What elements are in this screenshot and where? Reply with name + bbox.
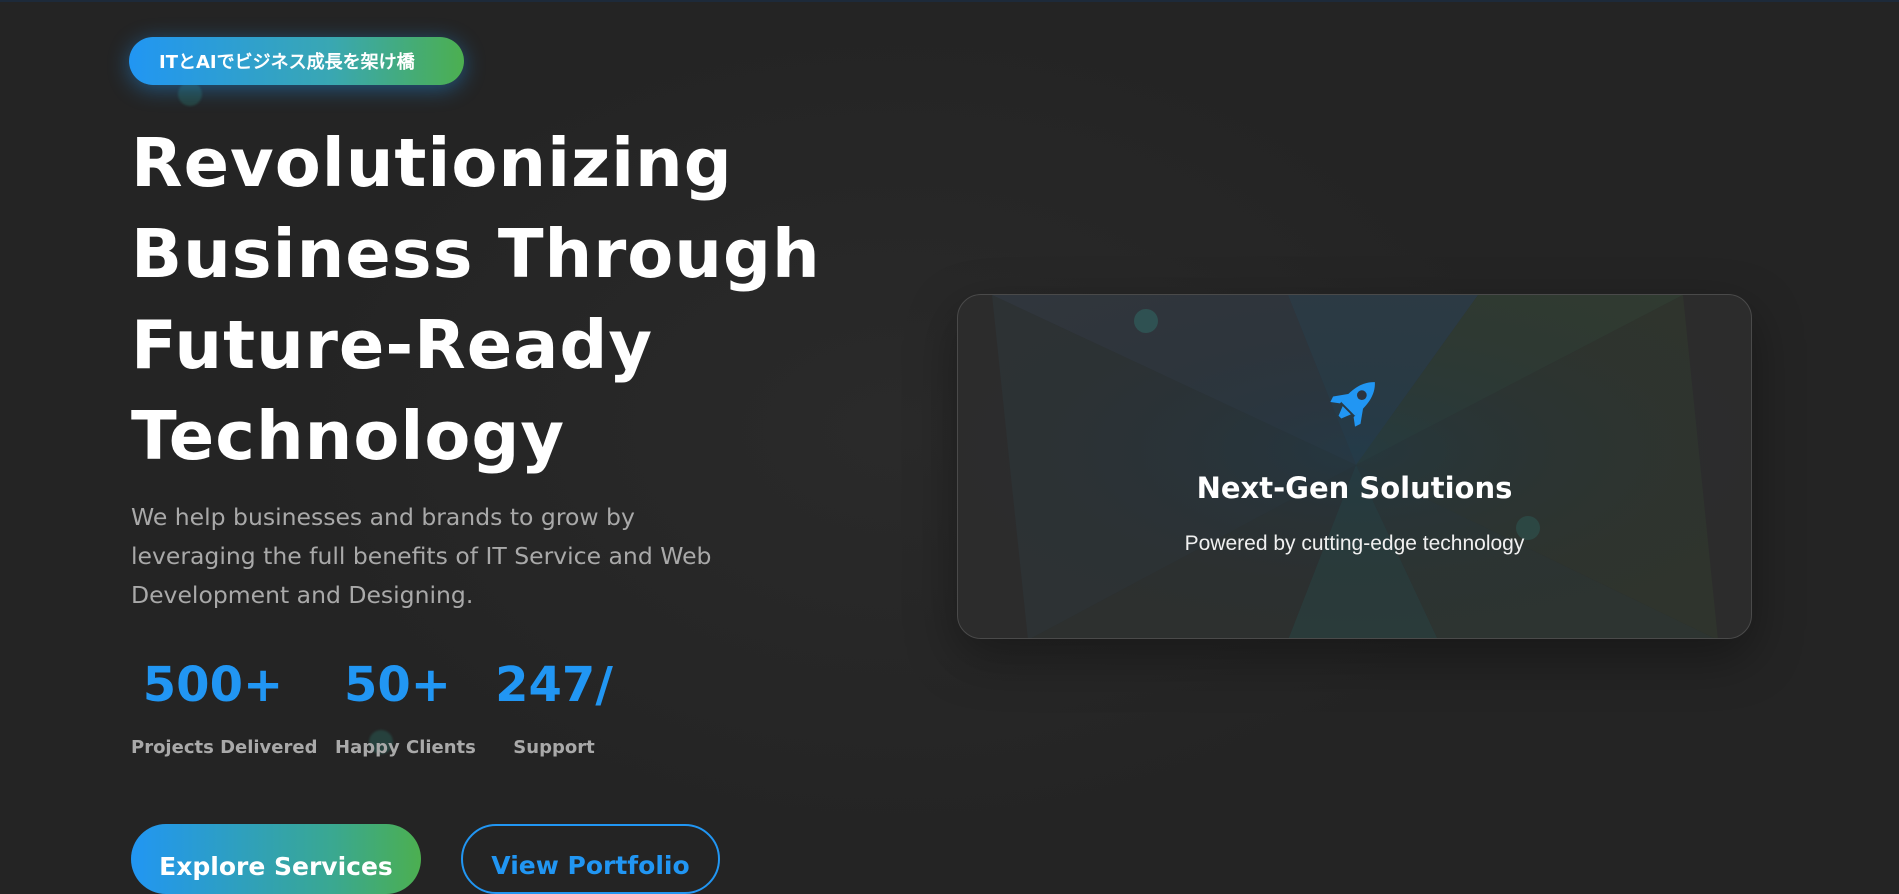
stat-value-projects: 500+ <box>142 657 284 713</box>
stat-value-clients: 50+ <box>343 657 451 713</box>
top-border <box>0 0 1899 2</box>
card-background-rays <box>958 295 1751 638</box>
stat-label-support: Support <box>513 737 595 758</box>
card-title: Next-Gen Solutions <box>1196 471 1513 505</box>
stat-value-support: 247/ <box>495 657 613 713</box>
stat-label-clients: Happy Clients <box>335 737 476 758</box>
headline-line: Business Through <box>131 215 821 293</box>
hero-badge: ITとAIでビジネス成長を架け橋 <box>129 37 464 85</box>
feature-card: Next-Gen Solutions Powered by cutting-ed… <box>957 294 1752 639</box>
headline-line: Revolutionizing <box>131 124 733 202</box>
headline-line: Future-Ready <box>131 306 654 384</box>
stat-label-projects: Projects Delivered <box>131 737 318 758</box>
explore-services-button[interactable]: Explore Services <box>131 824 421 894</box>
rocket-icon <box>1330 382 1375 427</box>
decorative-dot <box>178 82 202 106</box>
hero-headline: Revolutionizing Business Through Future-… <box>131 118 821 482</box>
hero-description: We help businesses and brands to grow by… <box>131 503 712 609</box>
view-portfolio-button[interactable]: View Portfolio <box>461 824 720 894</box>
card-subtitle: Powered by cutting-edge technology <box>1184 532 1525 555</box>
headline-line: Technology <box>131 397 566 475</box>
